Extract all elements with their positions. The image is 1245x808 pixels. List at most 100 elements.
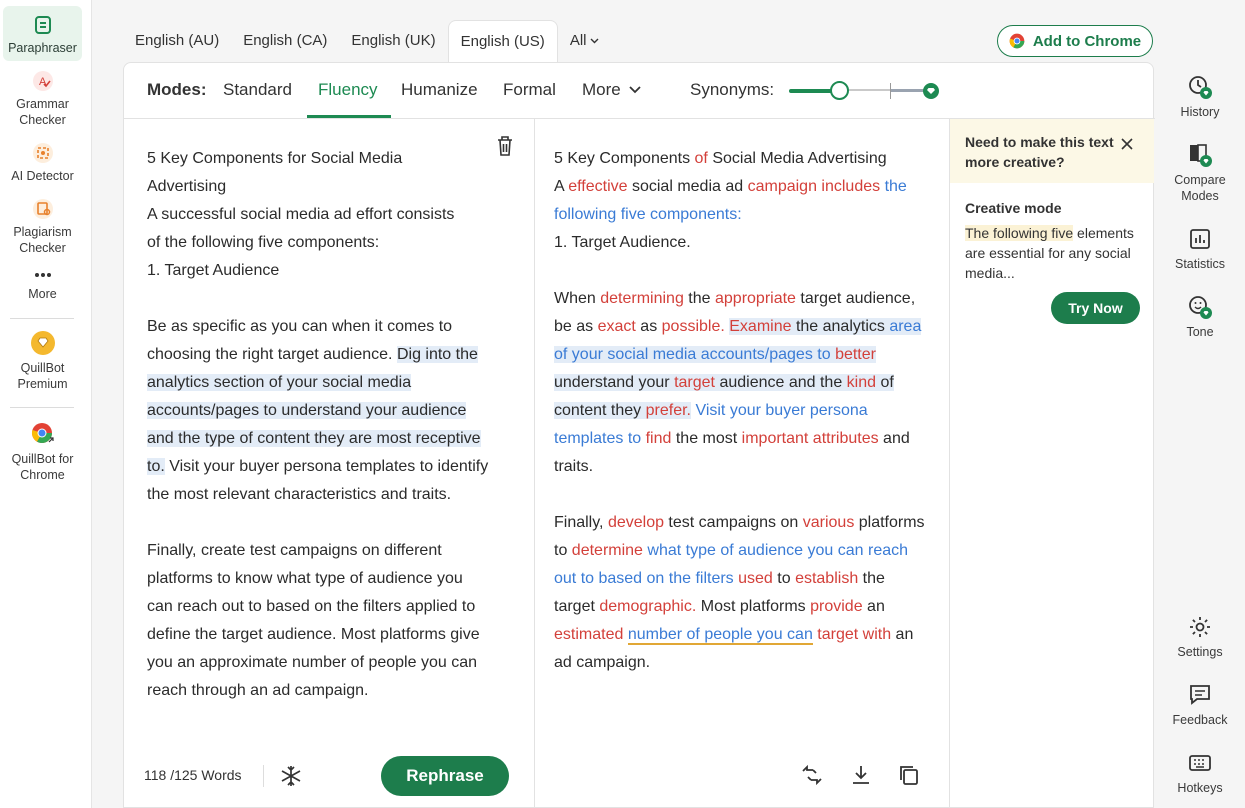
output-text-area[interactable]: 5 Key Components of Social Media Adverti… (554, 145, 929, 677)
changed-phrase[interactable]: Examine (729, 318, 792, 335)
sidebar-item-feedback[interactable]: Feedback (1155, 682, 1245, 728)
tab-english-uk[interactable]: English (UK) (339, 20, 447, 62)
settings-gear-icon (1190, 617, 1210, 637)
changed-phrase[interactable]: determining (600, 290, 684, 307)
changed-phrase[interactable]: number of people you can (627, 626, 813, 645)
copy-icon[interactable] (897, 763, 921, 787)
changed-phrase[interactable]: develop (608, 514, 664, 531)
tab-all-languages[interactable]: All (558, 20, 612, 62)
sidebar-item-hotkeys[interactable]: Hotkeys (1155, 750, 1245, 796)
premium-diamond-icon (923, 83, 939, 99)
output-text-segment: the (683, 290, 715, 307)
output-text-segment: the analytics (791, 318, 890, 335)
word-count: 118 /125 Words (144, 767, 242, 783)
sidebar-item-plagiarism-checker[interactable]: Plagiarism Checker (3, 198, 82, 256)
feedback-icon (1190, 685, 1210, 705)
premium-diamond-icon (30, 331, 55, 355)
output-text-segment: as (635, 318, 662, 335)
download-icon[interactable] (849, 763, 873, 787)
changed-phrase[interactable]: estimated (554, 626, 623, 643)
changed-phrase[interactable]: various (803, 514, 855, 531)
output-text-segment: an (862, 598, 885, 615)
sidebar-item-statistics[interactable]: Statistics (1155, 226, 1245, 272)
changed-phrase[interactable]: used (738, 570, 773, 587)
input-paragraph-3: Finally, create test campaigns on differ… (147, 542, 480, 699)
add-to-chrome-button[interactable]: Add to Chrome (997, 25, 1153, 57)
output-text-segment: Finally, (554, 514, 608, 531)
creative-banner-title: Need to make this text more creative? (965, 134, 1114, 170)
changed-phrase[interactable]: find (646, 430, 672, 447)
sidebar-item-grammar-checker[interactable]: A Grammar Checker (3, 68, 82, 128)
rephrase-button[interactable]: Rephrase (381, 756, 509, 796)
tone-icon (1189, 296, 1212, 319)
input-paragraph-2: Be as specific as you can when it comes … (147, 318, 489, 503)
output-text-segment: the most (671, 430, 742, 447)
mode-formal[interactable]: Formal (503, 80, 556, 100)
trash-icon[interactable] (496, 135, 514, 157)
sidebar-item-quillbot-for-chrome[interactable]: QuillBot for Chrome (3, 421, 82, 483)
mode-standard[interactable]: Standard (223, 80, 292, 100)
sidebar-item-tone[interactable]: Tone (1155, 294, 1245, 340)
hotkeys-keyboard-icon (1189, 755, 1211, 771)
history-icon (1189, 76, 1212, 99)
output-text-segment: audience and the (715, 374, 847, 391)
paraphraser-card: Modes: Standard Fluency Humanize Formal … (123, 62, 1155, 808)
output-text-segment: to (772, 570, 796, 587)
changed-phrase[interactable]: demographic. (599, 598, 696, 615)
freeze-words-snowflake-icon[interactable] (280, 765, 302, 787)
output-text-segment: test campaigns on (663, 514, 803, 531)
modes-label: Modes: (147, 80, 207, 99)
compare-suggestions-icon[interactable] (800, 763, 824, 787)
output-line-2: A effective social media ad campaign inc… (554, 178, 907, 223)
changed-phrase[interactable]: important attributes (742, 430, 879, 447)
changed-phrase[interactable]: target with (817, 626, 891, 643)
changed-phrase[interactable]: target (674, 374, 715, 391)
sidebar-item-paraphraser[interactable]: Paraphraser (3, 6, 82, 61)
changed-phrase[interactable]: provide (810, 598, 862, 615)
changed-phrase[interactable]: determine (572, 542, 643, 559)
input-text-area[interactable]: 5 Key Components for Social Media Advert… (147, 145, 492, 735)
chrome-icon (31, 423, 54, 443)
output-text-segment: When (554, 290, 601, 307)
mode-more-dropdown[interactable]: More (582, 80, 641, 100)
sidebar-item-compare-modes[interactable]: Compare Modes (1155, 142, 1245, 204)
tab-english-us[interactable]: English (US) (447, 20, 558, 62)
try-now-button[interactable]: Try Now (1051, 292, 1140, 324)
close-icon[interactable] (1121, 138, 1133, 150)
changed-phrase[interactable]: establish (795, 570, 858, 587)
changed-phrase[interactable]: exact (598, 318, 636, 335)
output-paragraph-2: When determining the appropriate target … (554, 285, 929, 481)
active-mode-indicator (307, 115, 391, 118)
tab-english-au[interactable]: English (AU) (123, 20, 231, 62)
slider-handle[interactable] (830, 81, 849, 100)
sidebar-item-quillbot-premium[interactable]: QuillBot Premium (3, 330, 82, 392)
chevron-down-icon (590, 38, 599, 44)
creative-mode-title: Creative mode (965, 200, 1062, 216)
changed-phrase[interactable]: possible. (662, 318, 725, 335)
pane-divider (534, 119, 535, 808)
sidebar-item-history[interactable]: History (1155, 74, 1245, 120)
changed-phrase[interactable]: prefer. (645, 402, 691, 419)
grammar-checker-icon: A (32, 71, 53, 91)
creative-suggestion-panel: Need to make this text more creative? Cr… (950, 119, 1154, 808)
plagiarism-checker-icon (32, 199, 53, 219)
input-footer: 118 /125 Words Rephrase (124, 741, 534, 808)
sidebar-item-settings[interactable]: Settings (1155, 614, 1245, 660)
compare-modes-icon (1190, 144, 1212, 167)
chevron-down-icon (629, 86, 641, 94)
sidebar-item-more[interactable]: More (3, 268, 82, 302)
output-paragraph-3: Finally, develop test campaigns on vario… (554, 509, 929, 677)
sidebar-divider (10, 318, 74, 319)
mode-fluency[interactable]: Fluency (318, 80, 378, 100)
output-text-segment: Most platforms (696, 598, 811, 615)
changed-phrase[interactable]: appropriate (715, 290, 796, 307)
creative-banner: Need to make this text more creative? (950, 119, 1154, 183)
sidebar-item-ai-detector[interactable]: AI Detector (3, 142, 82, 184)
changed-phrase[interactable]: better (835, 346, 876, 363)
synonyms-label: Synonyms: (690, 80, 775, 99)
language-tabs: English (AU) English (CA) English (UK) E… (123, 20, 611, 62)
mode-humanize[interactable]: Humanize (401, 80, 478, 100)
tab-english-ca[interactable]: English (CA) (231, 20, 339, 62)
changed-phrase[interactable]: kind (846, 374, 877, 391)
left-sidebar: Paraphraser A Grammar Checker AI Detecto… (0, 0, 92, 808)
